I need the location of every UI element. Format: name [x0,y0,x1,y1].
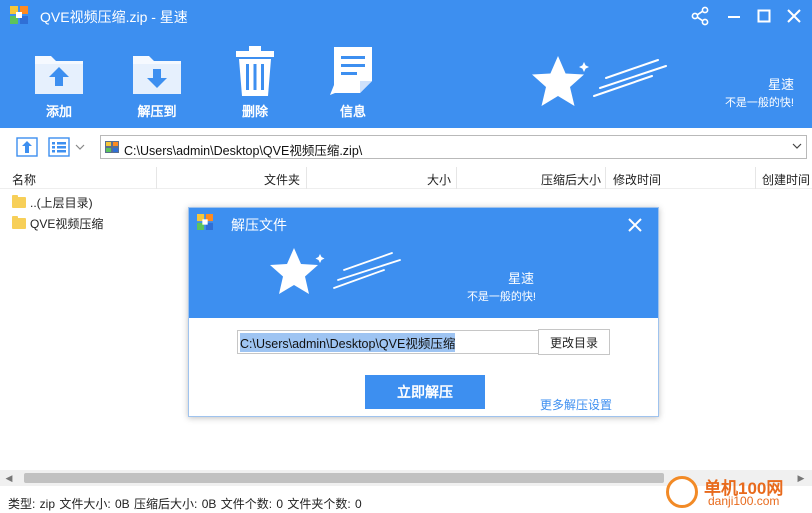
scrollbar-thumb[interactable] [24,473,664,483]
trash-icon [236,46,274,96]
watermark-logo-icon [666,476,698,508]
up-arrow-icon [16,137,38,157]
star-logo-icon [270,248,401,294]
more-extract-settings-link[interactable]: 更多解压设置 [540,396,612,413]
toolbar-delete-label: 删除 [241,104,268,119]
extract-now-button[interactable]: 立即解压 [365,375,485,409]
column-created-time[interactable]: 创建时间 [762,171,810,188]
maximize-button[interactable] [752,4,776,28]
brand-slogan: 不是一般的快! [724,97,794,109]
up-directory-button[interactable] [14,136,40,158]
view-mode-button[interactable] [46,136,72,158]
list-item[interactable]: ..(上层目录) [12,192,93,212]
site-watermark: 单机100网 danji100.com [664,474,812,510]
toolbar-add-button[interactable]: 添加 [24,45,94,120]
chevron-down-icon [75,144,85,150]
column-size[interactable]: 大小 [427,171,451,188]
close-icon[interactable] [626,216,644,234]
file-list-header: 名称 文件夹 大小 压缩后大小 修改时间 创建时间 [0,167,812,189]
column-name[interactable]: 名称 [12,171,36,188]
list-item-name: ..(上层目录) [30,195,93,210]
share-icon [691,6,709,26]
add-archive-icon [35,56,83,94]
list-item[interactable]: QVE视频压缩 [12,213,103,233]
title-bar: QVE视频压缩.zip - 星速 [0,0,812,32]
dialog-brand-name: 星速 [507,271,534,286]
info-doc-icon [330,47,372,95]
dialog-brand-slogan: 不是一般的快! [466,291,536,303]
app-logo-icon [197,214,213,230]
toolbar-info-button[interactable]: 信息 [318,45,388,120]
archive-icon [105,141,119,153]
toolbar-add-label: 添加 [45,104,72,119]
maximize-icon [757,9,771,23]
minimize-icon [728,16,740,18]
star-logo-icon [532,56,667,106]
path-text: C:\Users\admin\Desktop\QVE视频压缩.zip\ [124,144,363,158]
path-field[interactable]: C:\Users\admin\Desktop\QVE视频压缩.zip\ [100,135,807,159]
toolbar-delete-button[interactable]: 删除 [220,45,290,120]
close-button[interactable] [782,4,806,28]
column-divider[interactable] [456,167,457,189]
brand-name: 星速 [767,77,794,92]
dialog-title: 解压文件 [231,217,287,233]
extract-to-icon [133,56,181,94]
column-modified-time[interactable]: 修改时间 [613,171,661,188]
header-banner: QVE视频压缩.zip - 星速 添加 解压到 删除 信息 星速 不是一般的快! [0,0,812,128]
folder-icon [12,215,26,229]
address-bar: C:\Users\admin\Desktop\QVE视频压缩.zip\ [0,133,812,161]
scroll-left-icon[interactable]: ◀ [4,473,14,483]
column-compressed-size[interactable]: 压缩后大小 [541,171,601,188]
extract-path-text: C:\Users\admin\Desktop\QVE视频压缩 [240,332,456,352]
change-directory-button[interactable]: 更改目录 [538,329,610,355]
app-window: QVE视频压缩.zip - 星速 添加 解压到 删除 信息 星速 不是一般的快!… [0,0,812,513]
close-icon [787,9,801,23]
toolbar-extract-to-button[interactable]: 解压到 [122,45,192,120]
status-text: 类型: zip 文件大小: 0B 压缩后大小: 0B 文件个数: 0 文件夹个数… [8,497,362,511]
brand-area: 星速 不是一般的快! [526,48,806,118]
toolbar-info-label: 信息 [339,104,366,119]
column-divider[interactable] [605,167,606,189]
column-divider[interactable] [755,167,756,189]
chevron-down-icon[interactable] [792,142,802,150]
list-view-icon [48,137,70,157]
dialog-header: 解压文件 星速 不是一般的快! [189,208,658,318]
app-logo-icon [10,6,28,24]
extract-path-input[interactable]: C:\Users\admin\Desktop\QVE视频压缩 [237,330,539,354]
extract-dialog: 解压文件 星速 不是一般的快! C:\Users\admin\Desktop\Q… [188,207,659,417]
share-button[interactable] [688,4,712,28]
view-mode-dropdown[interactable] [72,136,88,158]
window-title: QVE视频压缩.zip - 星速 [40,9,188,25]
minimize-button[interactable] [722,4,746,28]
column-folder[interactable]: 文件夹 [264,171,300,188]
list-item-name: QVE视频压缩 [30,216,104,231]
folder-icon [12,194,26,208]
toolbar-extract-to-label: 解压到 [137,104,177,119]
column-divider[interactable] [306,167,307,189]
watermark-url: danji100.com [708,494,780,508]
column-divider[interactable] [156,167,157,189]
